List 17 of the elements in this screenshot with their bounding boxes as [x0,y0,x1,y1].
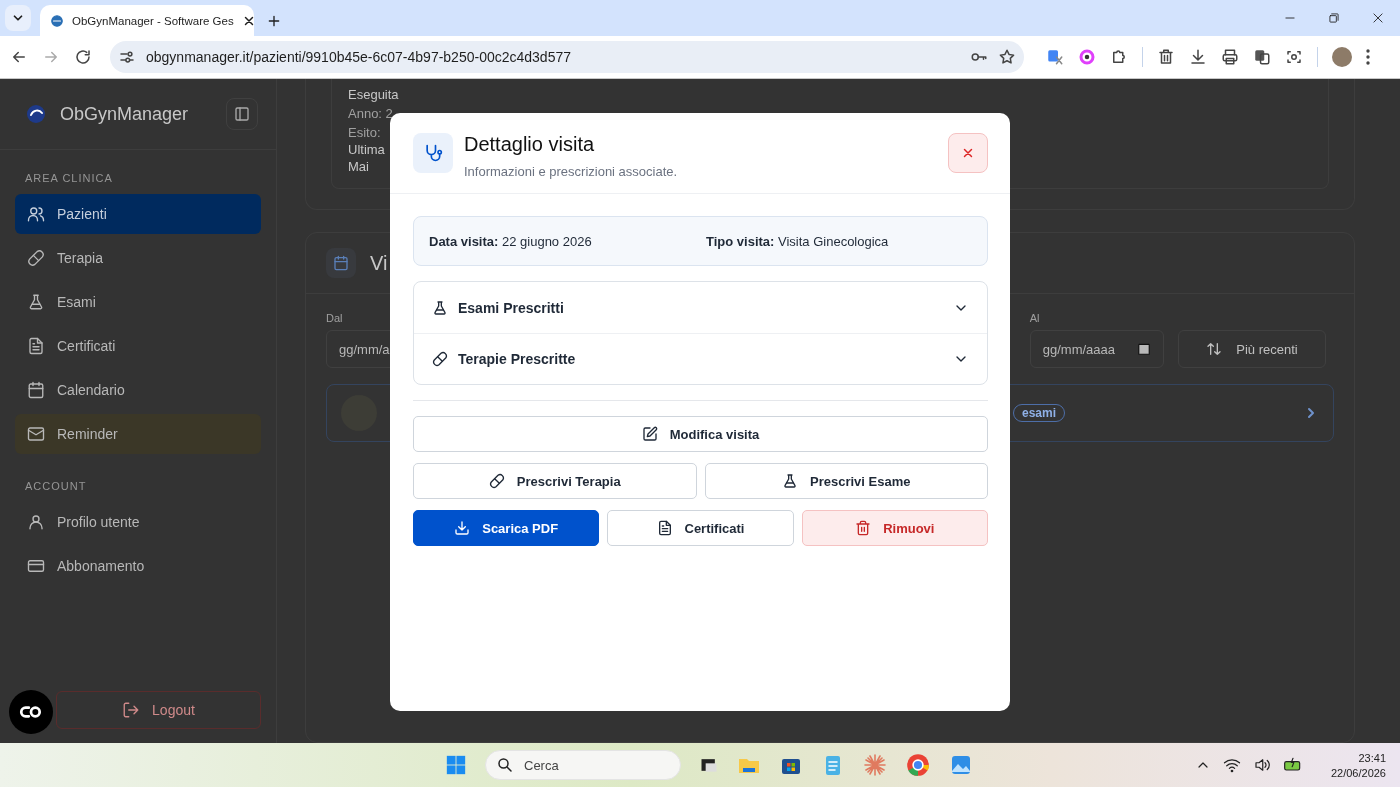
section-title: Vi [370,251,388,275]
field-label: Dal [326,312,344,324]
app-brand: ObGynManager [60,103,190,125]
taskbar-date: 22/06/2026 [1330,766,1386,779]
note-line: Anno: 2 [348,106,393,121]
note-line: Mai [348,159,369,174]
taskbar-time: 23:41 [1358,751,1386,764]
note-line: Esito: [348,125,381,140]
dialog-title: Dettaglio visita [464,133,596,156]
note-line: Ultima [348,142,385,157]
section-heading: ACCOUNT [24,479,88,494]
info-text: Data visita: 22 giugno 2026 [429,233,593,249]
info-text: Tipo visita: Visita Ginecologica [706,233,890,249]
dialog-subtitle: Informazioni e prescrizioni associate. [464,164,679,179]
note-line: Eseguita [348,87,399,102]
field-label: Al [1029,312,1041,324]
section-heading: AREA CLINICA [24,171,114,186]
